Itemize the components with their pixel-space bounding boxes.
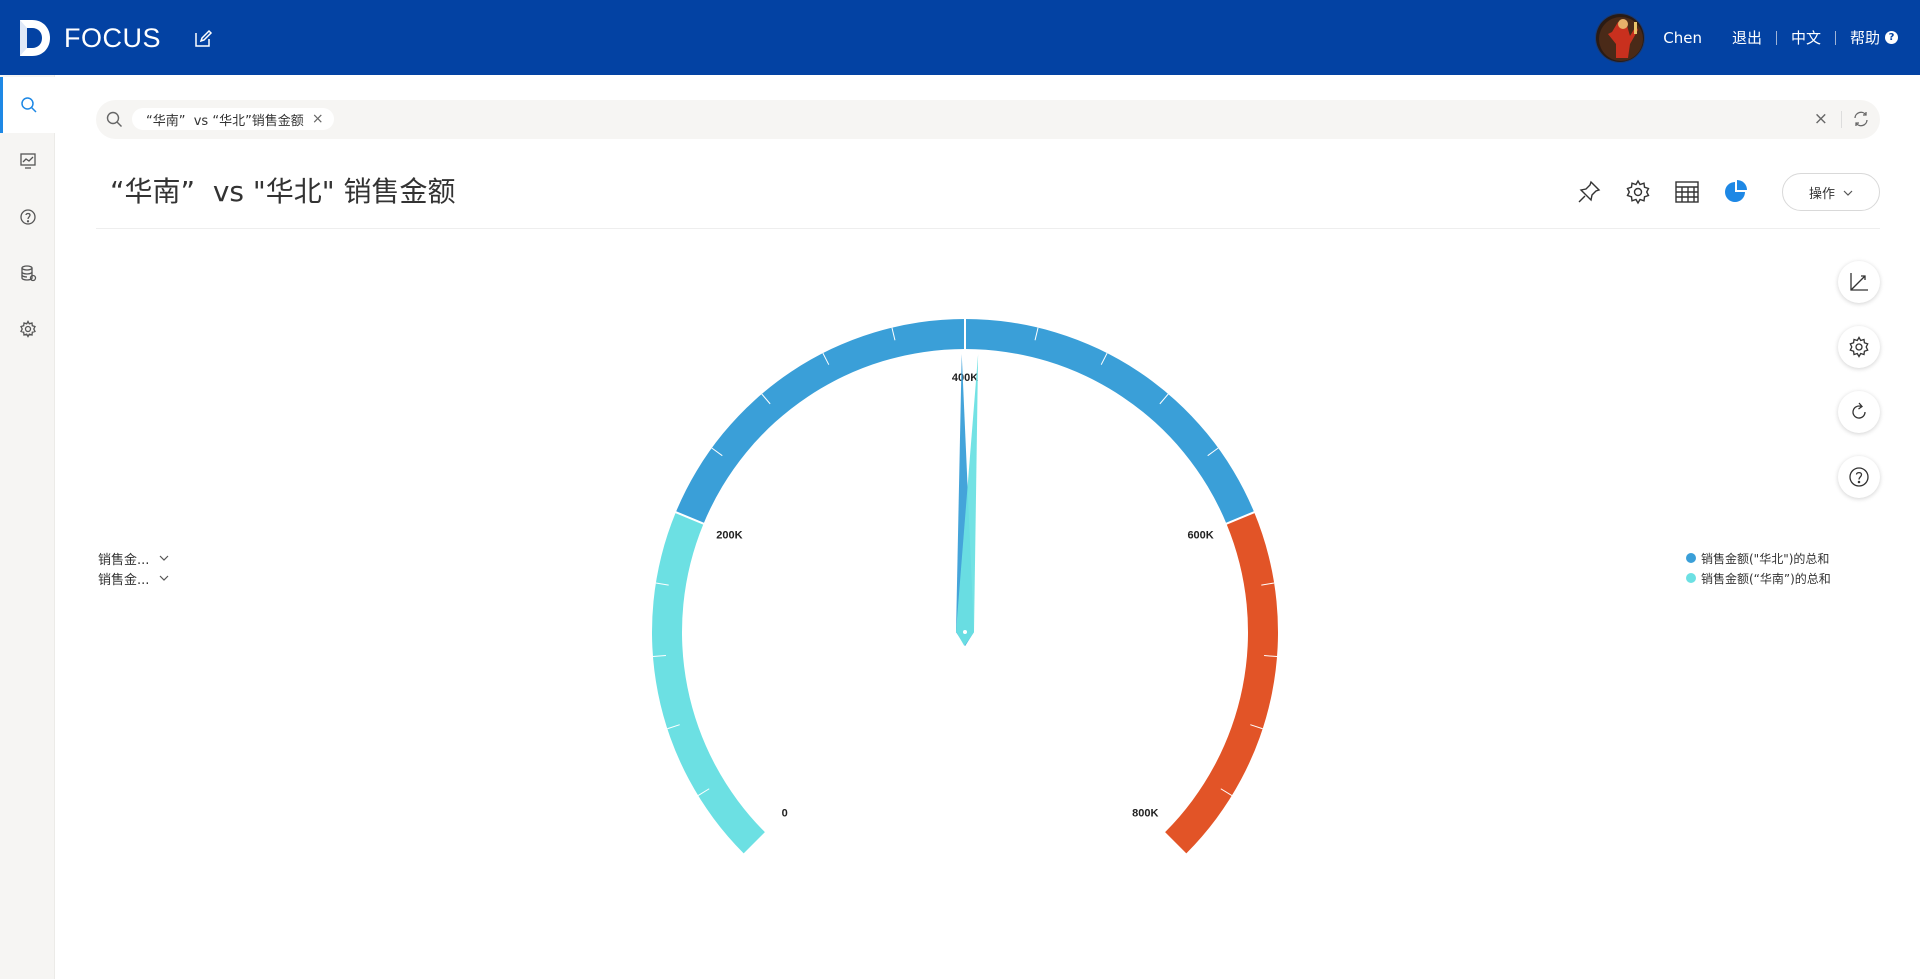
help-link[interactable]: 帮助 ? xyxy=(1850,27,1898,48)
divider xyxy=(1841,111,1842,128)
gauge-band-2 xyxy=(1165,512,1278,854)
legend-label: 销售金额("华北")的总和 xyxy=(1701,551,1830,566)
help-label: 帮助 xyxy=(1849,29,1880,47)
focus-logo[interactable]: FOCUS xyxy=(18,18,161,58)
page-title: “华南” vs "华北" 销售金额 xyxy=(110,175,456,208)
refresh-icon xyxy=(1852,402,1866,419)
logo-text: FOCUS xyxy=(64,22,161,53)
logo-mark-icon xyxy=(18,18,52,58)
legend-item-south[interactable]: 销售金额(“华南”)的总和 xyxy=(1686,568,1831,588)
measure-selector-2[interactable]: 销售金... xyxy=(98,569,169,588)
sidebar-item-dashboard[interactable] xyxy=(0,133,55,189)
gauge-tick-label: 200K xyxy=(716,529,742,541)
axis-button[interactable] xyxy=(1838,261,1880,303)
help-icon xyxy=(1849,467,1869,487)
sidebar-item-search[interactable] xyxy=(0,77,55,133)
legend-item-north[interactable]: 销售金额("华北")的总和 xyxy=(1686,548,1831,568)
chart-help-button[interactable] xyxy=(1838,456,1880,498)
operations-dropdown[interactable]: 操作 xyxy=(1782,173,1880,211)
gauge-tick-label: 400K xyxy=(952,372,978,384)
refresh-icon[interactable] xyxy=(1852,110,1870,132)
logout-link[interactable]: 退出 xyxy=(1732,27,1762,48)
chart-legend: 销售金额("华北")的总和 销售金额(“华南”)的总和 xyxy=(1686,548,1831,588)
legend-dot xyxy=(1686,573,1696,583)
dashboard-icon xyxy=(19,153,36,169)
axis-icon xyxy=(1850,273,1868,291)
chevron-down-icon xyxy=(159,553,169,564)
gear-icon xyxy=(1849,336,1869,358)
question-icon xyxy=(19,209,36,225)
pin-icon[interactable] xyxy=(1576,179,1602,205)
database-icon xyxy=(20,265,36,282)
operations-label: 操作 xyxy=(1808,186,1835,202)
edit-icon[interactable] xyxy=(192,28,214,50)
divider xyxy=(1775,30,1777,45)
search-icon xyxy=(21,97,37,113)
gear-icon[interactable] xyxy=(1625,179,1651,205)
user-area: Chen 退出 中文 帮助 ? xyxy=(1595,0,1920,75)
chart-refresh-button[interactable] xyxy=(1838,391,1880,433)
gauge-pivot xyxy=(963,630,967,634)
token-close-icon[interactable]: × xyxy=(312,111,324,127)
search-bar[interactable]: “华南” vs “华北”销售金额 × × xyxy=(96,100,1880,139)
avatar[interactable] xyxy=(1595,12,1646,63)
search-token-text: “华南” vs “华北”销售金额 xyxy=(146,113,304,129)
search-icon xyxy=(106,111,123,132)
legend-label: 销售金额(“华南”)的总和 xyxy=(1701,571,1831,586)
clear-search-icon[interactable]: × xyxy=(1814,109,1828,129)
divider xyxy=(96,228,1880,229)
measure-label: 销售金... xyxy=(98,573,150,588)
top-header: FOCUS Chen 退出 中文 帮助 ? xyxy=(0,0,1920,75)
measure-selector-1[interactable]: 销售金... xyxy=(98,549,169,568)
chevron-down-icon xyxy=(159,573,169,584)
sidebar xyxy=(0,75,55,979)
user-name[interactable]: Chen xyxy=(1663,29,1702,47)
chart-settings-button[interactable] xyxy=(1838,326,1880,368)
sidebar-item-help[interactable] xyxy=(0,189,55,245)
search-token[interactable]: “华南” vs “华北”销售金额 × xyxy=(132,108,334,130)
legend-dot xyxy=(1686,553,1696,563)
sidebar-item-data[interactable] xyxy=(0,245,55,301)
pie-chart-icon[interactable] xyxy=(1723,179,1749,205)
divider xyxy=(1834,30,1836,45)
gauge-tick-label: 0 xyxy=(782,807,788,819)
gauge-tick-label: 800K xyxy=(1132,807,1158,819)
measure-label: 销售金... xyxy=(98,553,150,568)
gauge-band-0 xyxy=(652,512,765,854)
question-circle-icon: ? xyxy=(1885,31,1898,44)
gauge-tick-label: 600K xyxy=(1187,529,1213,541)
language-link[interactable]: 中文 xyxy=(1791,27,1821,48)
sidebar-item-settings[interactable] xyxy=(0,301,55,357)
gauge-chart: 0 200K 400K 600K 800K xyxy=(652,318,1278,854)
gear-icon xyxy=(19,320,36,338)
chevron-down-icon xyxy=(1843,185,1853,200)
table-icon[interactable] xyxy=(1674,179,1700,205)
